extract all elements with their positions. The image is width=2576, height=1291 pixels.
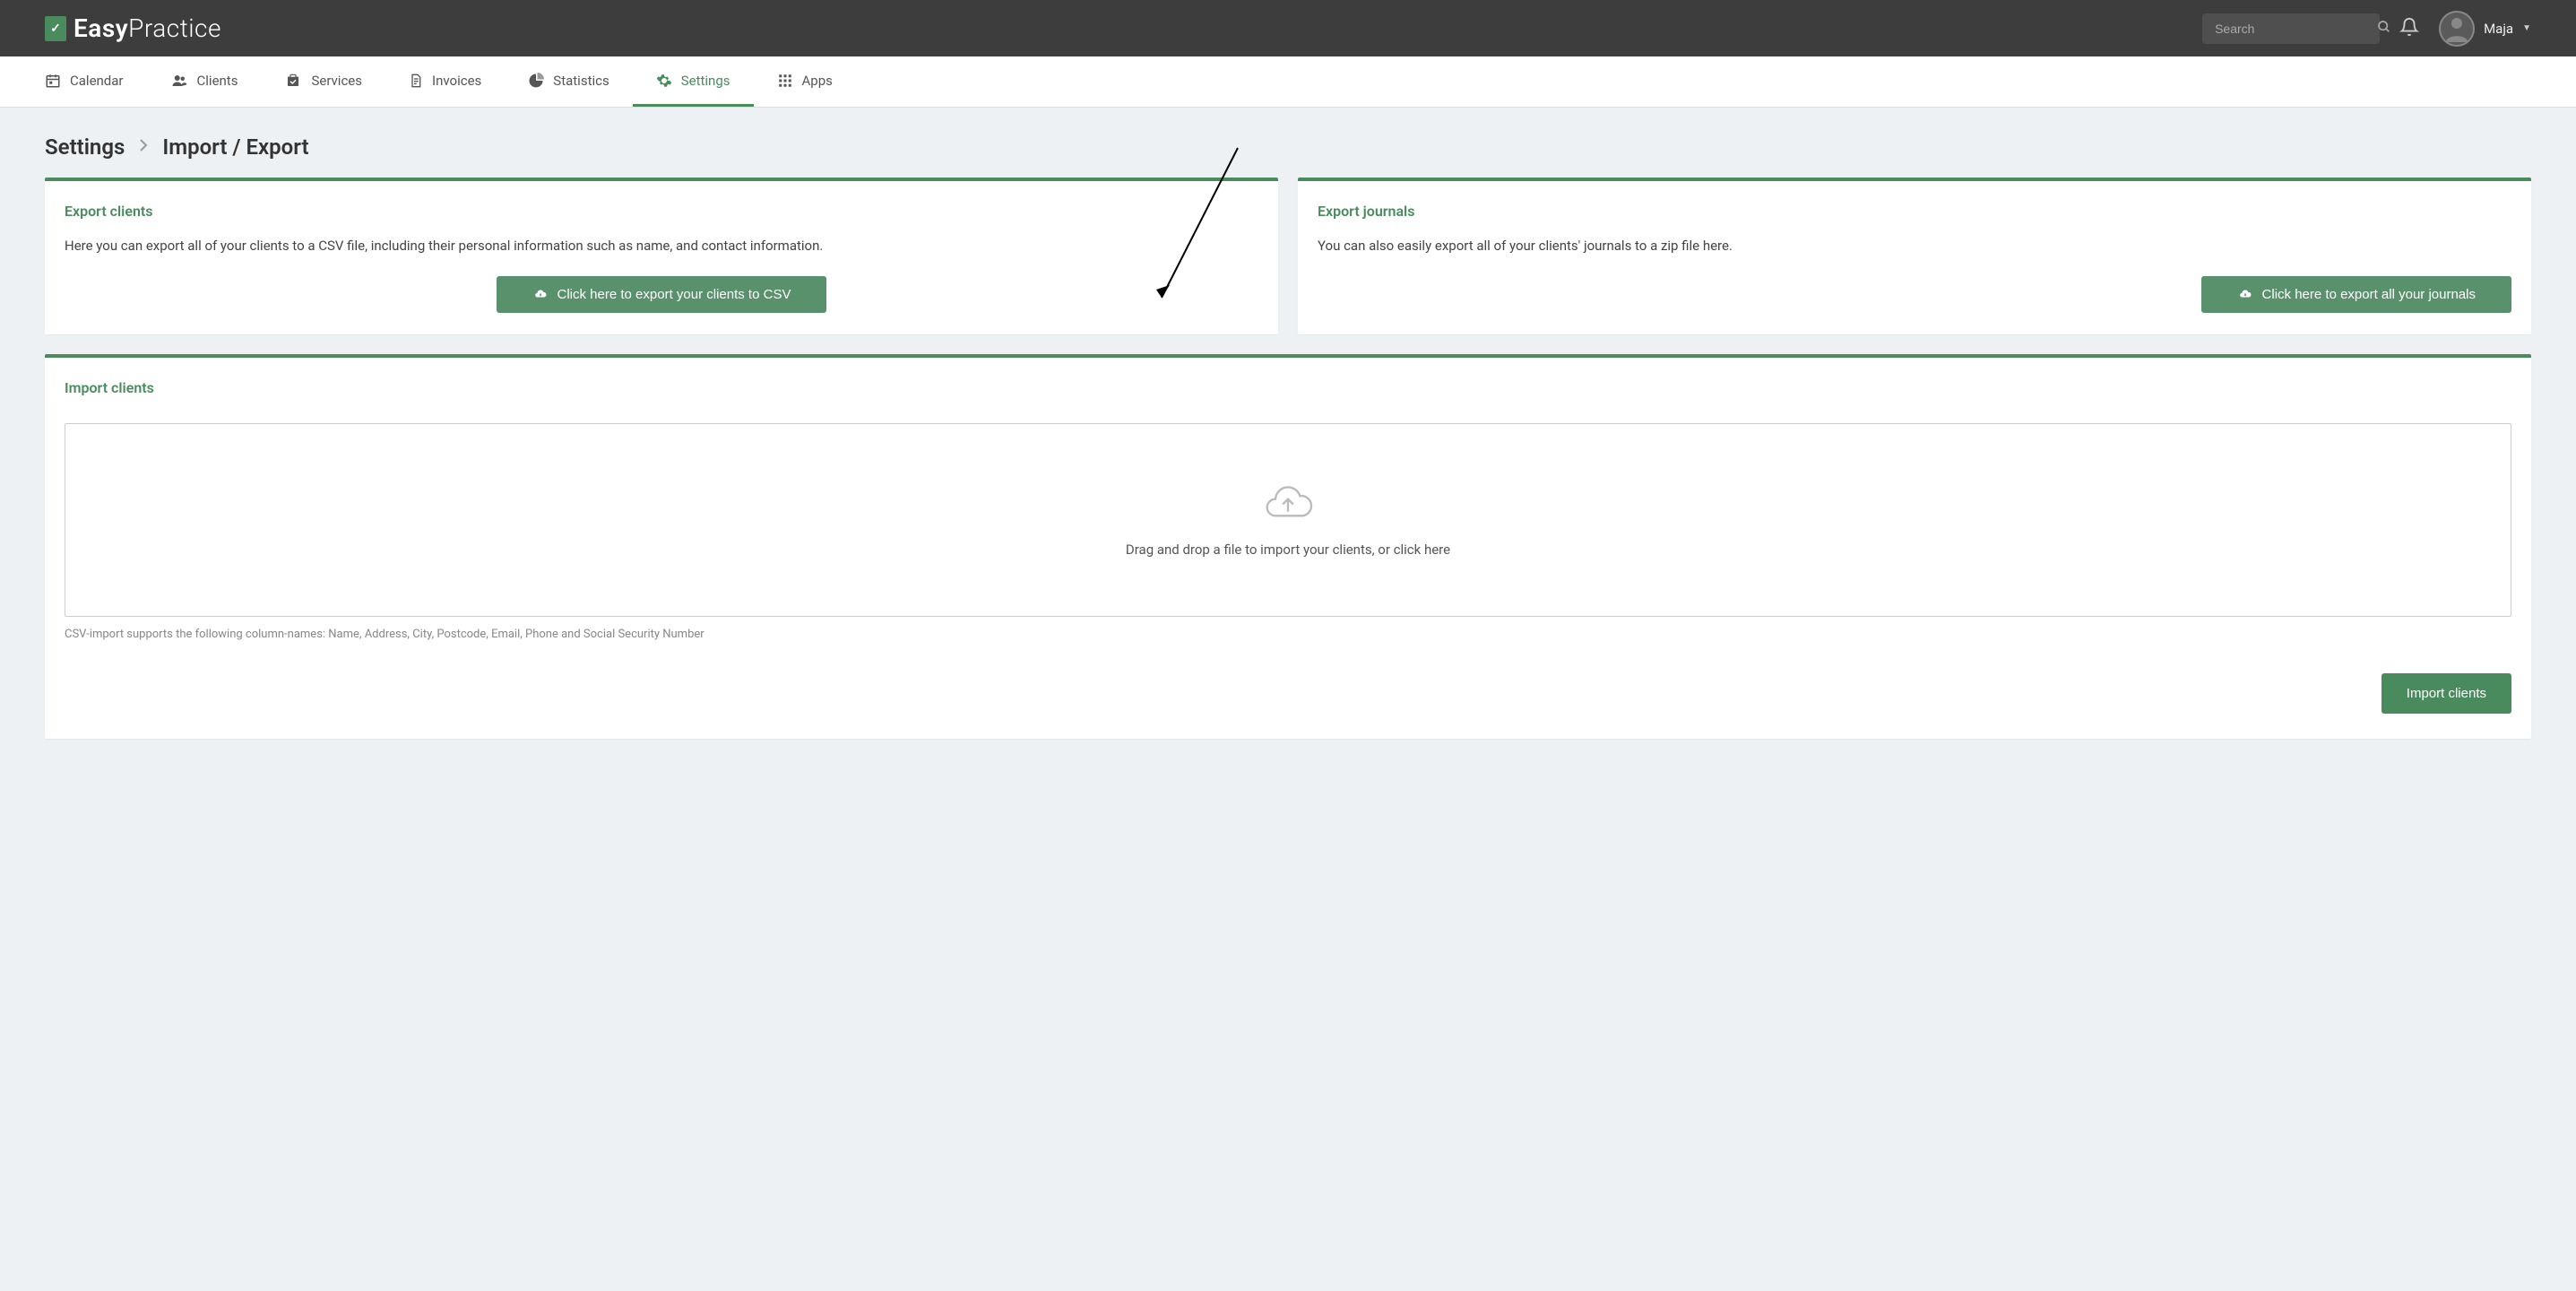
- nav-statistics[interactable]: Statistics: [505, 56, 632, 107]
- nav-clients-label: Clients: [197, 73, 238, 89]
- user-name-label: Maja: [2484, 21, 2513, 37]
- chevron-right-icon: [139, 138, 148, 156]
- avatar: [2439, 11, 2475, 47]
- breadcrumb-current: Import / Export: [162, 134, 308, 160]
- import-clients-button-label: Import clients: [2407, 686, 2486, 701]
- clients-icon: [170, 73, 188, 89]
- topbar-right: Maja ▼: [2202, 11, 2531, 47]
- nav-services[interactable]: Services: [261, 56, 385, 107]
- export-clients-text: Here you can export all of your clients …: [65, 236, 1258, 256]
- nav-settings[interactable]: Settings: [633, 56, 754, 107]
- export-clients-button-label: Click here to export your clients to CSV: [558, 287, 791, 302]
- export-journals-button-label: Click here to export all your journals: [2262, 287, 2476, 302]
- cloud-download-icon: [2237, 288, 2253, 300]
- nav-apps-label: Apps: [802, 73, 833, 89]
- nav-invoices[interactable]: Invoices: [385, 56, 505, 107]
- export-journals-button[interactable]: Click here to export all your journals: [2201, 276, 2511, 313]
- user-menu[interactable]: Maja ▼: [2439, 11, 2531, 47]
- export-clients-card: Export clients Here you can export all o…: [45, 178, 1278, 334]
- export-journals-title: Export journals: [1318, 203, 2511, 220]
- nav-apps[interactable]: Apps: [754, 56, 856, 107]
- apps-icon: [777, 73, 793, 89]
- search-input[interactable]: [2215, 22, 2377, 36]
- nav-services-label: Services: [311, 73, 362, 89]
- nav-settings-label: Settings: [681, 73, 730, 89]
- import-clients-title: Import clients: [65, 379, 2511, 396]
- export-journals-text: You can also easily export all of your c…: [1318, 236, 2511, 256]
- calendar-icon: [45, 73, 61, 89]
- nav-statistics-label: Statistics: [553, 73, 609, 89]
- page-content: Export clients Here you can export all o…: [0, 178, 2576, 784]
- csv-columns-note: CSV-import supports the following column…: [65, 628, 2511, 641]
- top-bar: ✓ EasyPractice Maja ▼: [0, 0, 2576, 56]
- statistics-icon: [528, 73, 544, 89]
- nav-calendar[interactable]: Calendar: [45, 56, 147, 107]
- brand-name: EasyPractice: [73, 13, 221, 43]
- main-nav: Calendar Clients Services Invoices Stati…: [0, 56, 2576, 108]
- nav-clients[interactable]: Clients: [147, 56, 262, 107]
- services-icon: [284, 73, 302, 89]
- search-field[interactable]: [2202, 13, 2380, 44]
- import-clients-button[interactable]: Import clients: [2382, 673, 2511, 714]
- gear-icon: [656, 73, 672, 89]
- nav-invoices-label: Invoices: [432, 73, 481, 89]
- nav-calendar-label: Calendar: [70, 73, 124, 89]
- export-clients-title: Export clients: [65, 203, 1258, 220]
- cloud-upload-icon: [1262, 482, 1314, 524]
- dropzone-text: Drag and drop a file to import your clie…: [1126, 542, 1450, 558]
- chevron-down-icon: ▼: [2522, 23, 2531, 33]
- search-icon[interactable]: [2377, 20, 2391, 38]
- logo-mark-icon: ✓: [45, 16, 66, 41]
- breadcrumb-root[interactable]: Settings: [45, 134, 125, 160]
- export-journals-card: Export journals You can also easily expo…: [1298, 178, 2531, 334]
- export-clients-button[interactable]: Click here to export your clients to CSV: [497, 276, 827, 313]
- notifications-icon[interactable]: [2399, 17, 2419, 40]
- cloud-download-icon: [532, 288, 549, 300]
- import-clients-card: Import clients Drag and drop a file to i…: [45, 354, 2531, 739]
- invoices-icon: [409, 73, 423, 89]
- breadcrumb: Settings Import / Export: [0, 108, 2576, 178]
- import-dropzone[interactable]: Drag and drop a file to import your clie…: [65, 423, 2511, 617]
- brand-logo[interactable]: ✓ EasyPractice: [45, 13, 221, 43]
